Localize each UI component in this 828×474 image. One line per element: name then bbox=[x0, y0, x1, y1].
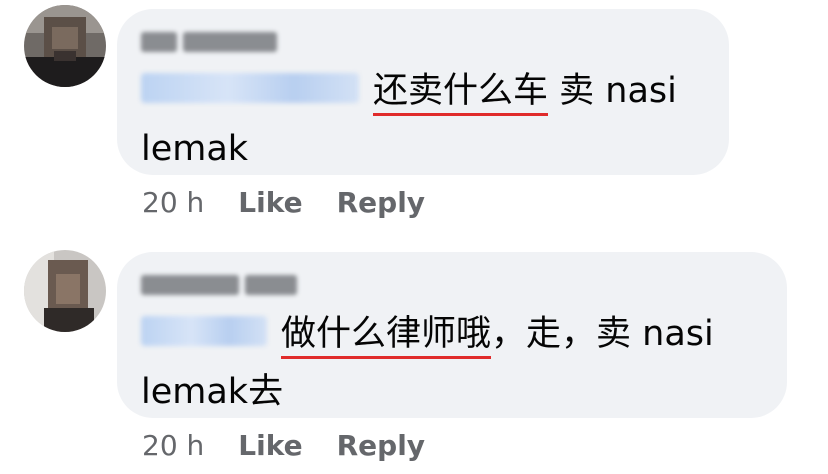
like-button[interactable]: Like bbox=[238, 429, 302, 462]
comment-text-line2: lemak去 bbox=[141, 372, 284, 412]
comment-text-continuation: 卖 nasi bbox=[548, 71, 677, 111]
comment-actions: 20 h Like Reply bbox=[142, 186, 425, 219]
comment-actions: 20 h Like Reply bbox=[142, 429, 425, 462]
comment-text-continuation: ，走，卖 nasi bbox=[491, 314, 714, 354]
reply-button[interactable]: Reply bbox=[337, 186, 425, 219]
author-name-blurred[interactable] bbox=[141, 275, 297, 295]
timestamp[interactable]: 20 h bbox=[142, 186, 204, 219]
mention-tag[interactable] bbox=[141, 316, 267, 346]
like-button[interactable]: Like bbox=[238, 186, 302, 219]
reply-button[interactable]: Reply bbox=[337, 429, 425, 462]
comment-text-line2: lemak bbox=[141, 129, 249, 169]
comment-text: 做什么律师哦，走，卖 nasi lemak去 bbox=[141, 305, 714, 421]
timestamp[interactable]: 20 h bbox=[142, 429, 204, 462]
comment-bubble: Eunice Ng 做什么律师哦，走，卖 nasi lemak去 bbox=[117, 252, 787, 418]
underlined-text: 还卖什么车 bbox=[373, 71, 549, 116]
avatar[interactable] bbox=[24, 5, 106, 87]
mention-tag[interactable] bbox=[141, 73, 359, 103]
comment-text: 还卖什么车 卖 nasi lemak bbox=[141, 62, 677, 178]
underlined-text: 做什么律师哦 bbox=[281, 314, 492, 359]
author-name-blurred[interactable] bbox=[141, 32, 277, 52]
comment-bubble: Ah Chong 还卖什么车 卖 nasi lemak bbox=[117, 9, 729, 175]
author-name: Ah Chong bbox=[117, 9, 118, 10]
avatar[interactable] bbox=[24, 250, 106, 332]
author-name: Eunice Ng bbox=[117, 252, 118, 253]
